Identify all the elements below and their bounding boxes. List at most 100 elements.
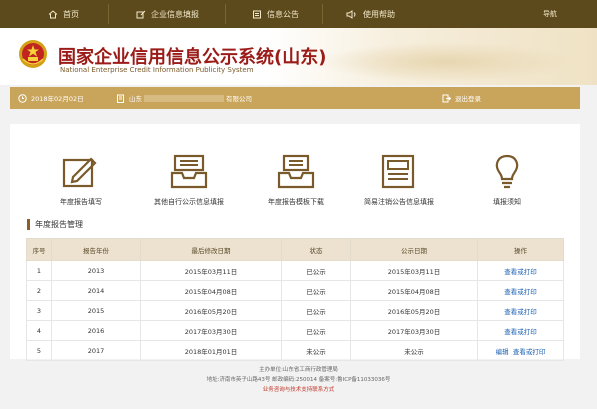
cell-year: 2016 xyxy=(51,320,141,341)
document-icon xyxy=(253,10,261,18)
nav-divider xyxy=(108,4,109,24)
cell-publish-date: 2016年05月20日 xyxy=(350,300,478,321)
footer-sponsor: 主办单位:山东省工商行政管理局 xyxy=(259,367,338,373)
view-print-link[interactable]: 查看或打印 xyxy=(504,328,537,336)
nav-divider xyxy=(225,4,226,24)
nav-help-label: 使用帮助 xyxy=(363,9,395,19)
logout-label: 退出登录 xyxy=(455,95,481,103)
cell-no: 1 xyxy=(26,260,52,281)
nav-home-label: 首页 xyxy=(63,9,79,19)
date-text: 2018年02月02日 xyxy=(31,95,84,103)
annual-report-fill-link[interactable] xyxy=(36,154,126,190)
user-info-bar: 2018年02月02日 山东 有限公司 退出登录 xyxy=(10,87,580,109)
filing-instructions-link[interactable] xyxy=(462,154,552,190)
col-header-modified: 最后修改日期 xyxy=(140,238,282,261)
edit-link[interactable]: 编辑 xyxy=(496,348,509,356)
cell-status: 已公示 xyxy=(281,280,351,301)
view-print-link[interactable]: 查看或打印 xyxy=(504,308,537,316)
company-name: 山东 有限公司 xyxy=(116,87,252,109)
self-publicity-fill-link[interactable] xyxy=(144,154,234,190)
site-subtitle: National Enterprise Credit Information P… xyxy=(60,66,254,74)
cell-status: 已公示 xyxy=(281,320,351,341)
col-header-publish-date: 公示日期 xyxy=(350,238,478,261)
page-footer: 主办单位:山东省工商行政管理局 地址:济南市英子山路43号 邮政编码:25001… xyxy=(0,365,597,395)
annual-report-fill-label: 年度报告填写 xyxy=(60,198,102,206)
cell-year: 2017 xyxy=(51,340,141,361)
col-header-actions: 操作 xyxy=(477,238,564,261)
section-title: 年度报告管理 xyxy=(27,218,83,230)
table-row: 2 2014 2015年04月08日 已公示 2015年04月08日 查看或打印 xyxy=(26,280,564,301)
cell-modified: 2016年05月20日 xyxy=(140,300,282,321)
cell-publish-date: 2015年03月11日 xyxy=(350,260,478,281)
download-tray-icon xyxy=(277,154,315,189)
nav-guide-link[interactable]: 导航 xyxy=(543,0,557,28)
cell-no: 2 xyxy=(26,280,52,301)
lightbulb-icon xyxy=(495,154,519,189)
view-print-link[interactable]: 查看或打印 xyxy=(504,288,537,296)
template-download-link[interactable] xyxy=(251,154,341,190)
cell-modified: 2015年04月08日 xyxy=(140,280,282,301)
simple-deregistration-label: 简易注销公告信息填报 xyxy=(364,198,434,206)
cell-actions: 查看或打印 xyxy=(477,320,564,341)
cell-actions: 查看或打印 xyxy=(477,280,564,301)
banner-background-glow xyxy=(317,42,577,82)
clock-icon xyxy=(18,93,27,103)
table-row: 1 2013 2015年03月11日 已公示 2015年03月11日 查看或打印 xyxy=(26,260,564,281)
col-header-no: 序号 xyxy=(26,238,52,261)
cell-publish-date: 2015年04月08日 xyxy=(350,280,478,301)
cell-actions: 查看或打印 xyxy=(477,300,564,321)
filing-instructions-label: 填报须知 xyxy=(493,198,521,206)
cell-publish-date: 未公示 xyxy=(350,340,478,361)
logout-icon xyxy=(442,94,451,102)
national-emblem-icon xyxy=(19,40,47,68)
logout-button[interactable]: 退出登录 xyxy=(442,87,481,109)
nav-home[interactable]: 首页 xyxy=(48,0,79,28)
cell-status: 已公示 xyxy=(281,300,351,321)
footer-address: 地址:济南市英子山路43号 邮政编码:250014 备案号:鲁ICP备11033… xyxy=(206,377,391,383)
speaker-icon xyxy=(346,9,356,19)
table-row: 5 2017 2018年01月01日 未公示 未公示 编辑 查看或打印 xyxy=(26,340,564,361)
top-navigation: 首页 企业信息填报 信息公告 使用帮助 导航 xyxy=(0,0,597,28)
nav-divider xyxy=(322,4,323,24)
cell-status: 已公示 xyxy=(281,260,351,281)
col-header-status: 状态 xyxy=(281,238,351,261)
section-title-text: 年度报告管理 xyxy=(35,219,83,229)
nav-help[interactable]: 使用帮助 xyxy=(346,0,395,28)
redacted-company-name xyxy=(144,94,224,102)
company-suffix: 有限公司 xyxy=(226,95,252,103)
cell-actions: 查看或打印 xyxy=(477,260,564,281)
home-icon xyxy=(48,9,58,18)
cell-modified: 2017年03月30日 xyxy=(140,320,282,341)
nav-enterprise-filing-label: 企业信息填报 xyxy=(151,9,199,19)
company-prefix: 山东 xyxy=(129,95,142,103)
view-print-link[interactable]: 查看或打印 xyxy=(504,268,537,276)
self-publicity-fill-label: 其他自行公示信息填报 xyxy=(154,198,224,206)
template-download-label: 年度报告模板下载 xyxy=(268,198,324,206)
cell-year: 2014 xyxy=(51,280,141,301)
inbox-icon xyxy=(170,154,208,189)
cell-modified: 2018年01月01日 xyxy=(140,340,282,361)
cell-publish-date: 2017年03月30日 xyxy=(350,320,478,341)
current-date: 2018年02月02日 xyxy=(18,87,84,109)
cell-year: 2015 xyxy=(51,300,141,321)
nav-announcements[interactable]: 信息公告 xyxy=(252,0,299,28)
cell-no: 5 xyxy=(26,340,52,361)
footer-support-link[interactable]: 业务咨询与技术支持联系方式 xyxy=(0,385,597,395)
col-header-year: 报告年份 xyxy=(51,238,141,261)
cell-year: 2013 xyxy=(51,260,141,281)
table-header-row: 序号 报告年份 最后修改日期 状态 公示日期 操作 xyxy=(26,238,564,261)
view-print-link[interactable]: 查看或打印 xyxy=(513,348,546,356)
annual-report-table: 序号 报告年份 最后修改日期 状态 公示日期 操作 1 2013 2015年03… xyxy=(26,238,564,361)
cell-no: 3 xyxy=(26,300,52,321)
section-title-marker xyxy=(27,218,30,230)
table-row: 3 2015 2016年05月20日 已公示 2016年05月20日 查看或打印 xyxy=(26,300,564,321)
cell-actions: 编辑 查看或打印 xyxy=(477,340,564,361)
building-icon xyxy=(117,94,124,103)
cell-no: 4 xyxy=(26,320,52,341)
cell-status: 未公示 xyxy=(281,340,351,361)
notice-icon xyxy=(381,154,415,189)
nav-guide-label: 导航 xyxy=(543,10,557,18)
cell-modified: 2015年03月11日 xyxy=(140,260,282,281)
simple-deregistration-link[interactable] xyxy=(354,154,444,190)
nav-enterprise-filing[interactable]: 企业信息填报 xyxy=(136,0,199,28)
